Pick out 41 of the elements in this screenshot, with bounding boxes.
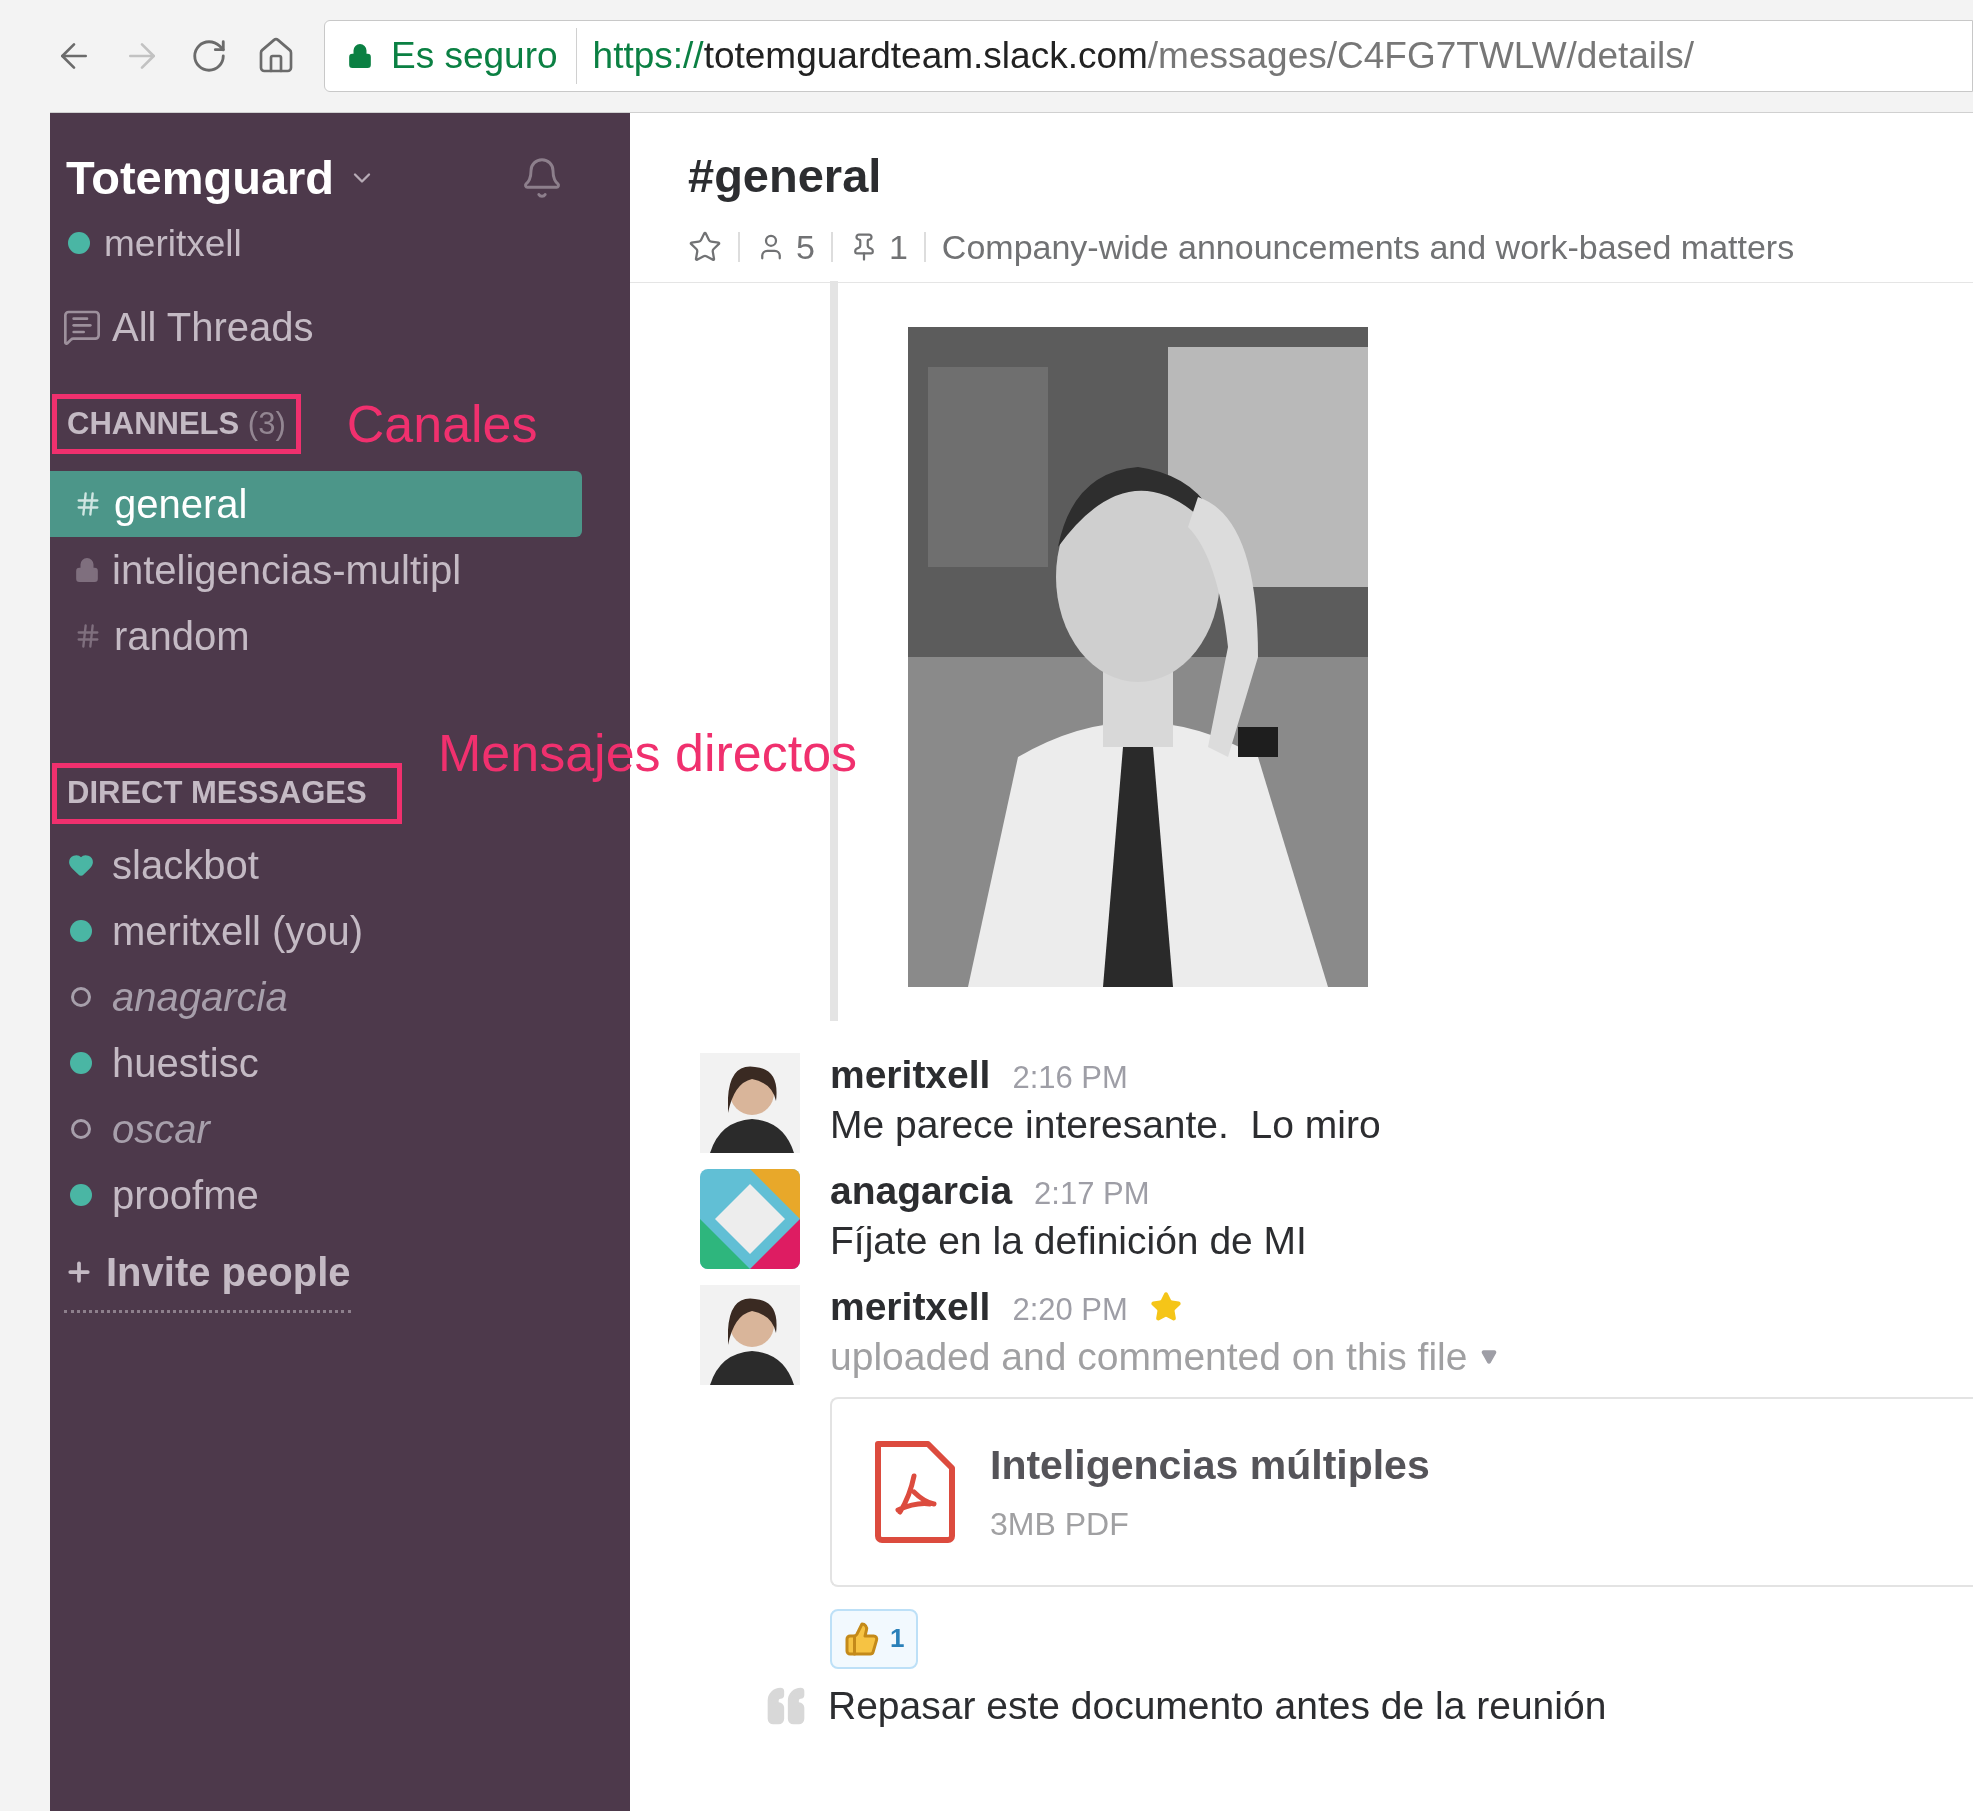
- direct-message-item[interactable]: anagarcia: [112, 966, 288, 1027]
- direct-message-item[interactable]: slackbot: [112, 834, 259, 895]
- direct-message-item[interactable]: oscar: [112, 1098, 210, 1159]
- user-name: meritxell: [104, 221, 242, 266]
- address-bar[interactable]: Es seguro https://totemguardteam.slack.com/messages/C4FG7TWLW/details/: [324, 20, 1973, 92]
- reload-icon[interactable]: [190, 37, 228, 75]
- security-label: Es seguro: [391, 28, 577, 84]
- file-comment: Repasar este documento antes de la reunión: [828, 1682, 1607, 1729]
- lock-icon: [347, 43, 373, 69]
- author-name[interactable]: meritxell: [830, 1053, 991, 1098]
- channel-topic: Company-wide announcements and work-based matters: [941, 226, 1795, 268]
- message-text: Me parece interesante. Lo miro: [830, 1101, 1381, 1148]
- channel-item[interactable]: inteligencias-multipl: [50, 537, 582, 603]
- author-name[interactable]: anagarcia: [830, 1169, 1013, 1214]
- direct-message-item[interactable]: huestisc: [112, 1032, 259, 1093]
- message-text: uploaded and commented on this file: [830, 1333, 1468, 1380]
- author-name[interactable]: meritxell: [830, 1285, 991, 1330]
- channel-item[interactable]: general: [50, 471, 582, 537]
- star-icon[interactable]: [688, 230, 722, 264]
- annotation-label: Canales: [346, 394, 538, 455]
- reaction-button[interactable]: 1: [830, 1608, 919, 1669]
- pin-count[interactable]: 1: [888, 221, 908, 273]
- channel-title: #general: [688, 148, 883, 204]
- all-threads-item[interactable]: All Threads: [50, 297, 630, 357]
- direct-message-item[interactable]: meritxell (you): [112, 900, 364, 961]
- direct-message-item[interactable]: proofme: [112, 1164, 259, 1225]
- file-meta: 3MB PDF: [990, 1505, 1130, 1545]
- lock-icon: [74, 557, 100, 583]
- file-name[interactable]: Inteligencias múltiples: [990, 1434, 1430, 1497]
- url-text: https://totemguardteam.slack.com/messages/C4FG7TWLW/details/: [591, 34, 1695, 79]
- caret-icon[interactable]: [1481, 1349, 1498, 1366]
- direct-messages-header[interactable]: DIRECT MESSAGES: [52, 763, 402, 824]
- message-text: Fíjate en la definición de MI: [830, 1217, 1307, 1264]
- channels-header[interactable]: CHANNELS (3): [52, 393, 301, 455]
- pdf-file-icon: [872, 1439, 956, 1544]
- member-count[interactable]: 5: [796, 221, 815, 273]
- team-name[interactable]: Totemguard: [66, 143, 335, 214]
- invite-people-link[interactable]: Invite people: [64, 1241, 351, 1313]
- channel-item[interactable]: random: [50, 603, 582, 669]
- thumbs-up-icon: [844, 1620, 880, 1657]
- file-card[interactable]: Inteligencias múltiples 3MB PDF: [830, 1396, 1973, 1587]
